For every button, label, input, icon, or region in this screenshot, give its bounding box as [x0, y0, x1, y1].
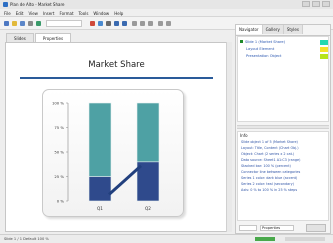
y-tick-label: 0 % — [57, 198, 65, 203]
title-bar: Plan de Alto - Market Share — [0, 0, 333, 9]
info-line: Axis: 0 % to 100 % in 25 % steps — [241, 188, 298, 192]
copy-icon[interactable] — [98, 21, 103, 26]
info-line: Stacked bar: 100 % (percent) — [241, 164, 291, 168]
info-line: Data source: Sheet1 A1:C3 (range) — [241, 158, 301, 162]
menu-format[interactable]: Format — [59, 9, 73, 16]
panel-tabs: Navigator Gallery Styles — [236, 25, 330, 36]
table-icon[interactable] — [140, 21, 145, 26]
redo-icon[interactable] — [122, 21, 127, 26]
info-header: Info — [240, 133, 248, 138]
info-pane: Info Slide object 1 of 5 (Market Share) … — [237, 131, 329, 221]
bar — [88, 176, 112, 202]
export-icon[interactable] — [36, 21, 41, 26]
info-line: Object: Chart (2 series x 2 cat.) — [241, 152, 295, 156]
undo-icon[interactable] — [114, 21, 119, 26]
slide-canvas[interactable]: Market Share 0 % 25 % 50 % 75 % 100 % Q1 Q2 — [5, 42, 228, 232]
print-icon[interactable] — [28, 21, 33, 26]
tab-gallery[interactable]: Gallery — [262, 25, 284, 34]
info-line: Connector line between categories — [241, 170, 301, 174]
y-tick-label: 50 % — [54, 149, 64, 154]
navigator-item-label: Layout Element — [246, 47, 275, 51]
navigator-item-label: Presentation Object — [246, 54, 282, 58]
menu-bar: File Edit View Insert Format Tools Windo… — [0, 9, 333, 17]
chart-icon[interactable] — [132, 21, 137, 26]
maximize-button[interactable] — [312, 1, 320, 7]
style-dropdown[interactable] — [46, 20, 82, 27]
zoom-indicator — [255, 237, 275, 241]
y-tick-label: 100 % — [52, 100, 64, 105]
bar — [136, 102, 160, 163]
status-bar: Slide 1 / 1 Default 100 % — [0, 234, 333, 243]
x-tick-label: Q1 — [97, 206, 103, 211]
canvas-scrollbar[interactable] — [226, 42, 232, 232]
color-swatch — [320, 54, 328, 59]
panel-button[interactable] — [306, 224, 326, 232]
color-swatch — [320, 40, 328, 45]
connector-line — [107, 164, 143, 196]
navigator-panel: Navigator Gallery Styles Slide 1 (Market… — [235, 24, 331, 234]
checkbox-icon[interactable] — [240, 40, 243, 43]
bar — [88, 102, 112, 177]
zoom-icon[interactable] — [158, 21, 163, 26]
panel-select[interactable]: Properties — [260, 225, 294, 231]
navigator-item[interactable]: Layout Element — [246, 47, 274, 53]
close-button[interactable] — [322, 1, 330, 7]
menu-help[interactable]: Help — [114, 9, 123, 16]
status-text: Slide 1 / 1 Default 100 % — [4, 237, 49, 241]
tab-navigator[interactable]: Navigator — [236, 25, 263, 34]
menu-insert[interactable]: Insert — [43, 9, 54, 16]
help-icon[interactable] — [166, 21, 171, 26]
draw-icon[interactable] — [148, 21, 153, 26]
app-icon — [3, 2, 8, 7]
title-underline — [20, 77, 213, 79]
info-line: Layout: Title, Content (Chart Obj.) — [241, 146, 299, 150]
panel-footer: Properties — [237, 223, 329, 233]
panel-input[interactable] — [239, 225, 257, 231]
new-icon[interactable] — [4, 21, 9, 26]
menu-edit[interactable]: Edit — [16, 9, 24, 16]
y-tick-label: 75 % — [54, 125, 64, 130]
minimize-button[interactable] — [302, 1, 310, 7]
info-line: Slide object 1 of 5 (Market Share) — [241, 140, 298, 144]
application-window: Plan de Alto - Market Share File Edit Vi… — [0, 0, 333, 243]
menu-window[interactable]: Window — [93, 9, 109, 16]
menu-view[interactable]: View — [28, 9, 38, 16]
paste-icon[interactable] — [106, 21, 111, 26]
tab-styles[interactable]: Styles — [283, 25, 303, 34]
zoom-slider[interactable] — [285, 237, 325, 241]
window-controls — [302, 1, 330, 7]
slide-title: Market Share — [88, 60, 145, 70]
menu-tools[interactable]: Tools — [79, 9, 89, 16]
market-share-chart[interactable]: 0 % 25 % 50 % 75 % 100 % Q1 Q2 — [42, 89, 182, 215]
navigator-item[interactable]: Presentation Object — [246, 54, 281, 60]
info-line: Series 2 color: teal (secondary) — [241, 182, 294, 186]
menu-file[interactable]: File — [4, 9, 11, 16]
color-swatch — [320, 47, 328, 52]
open-icon[interactable] — [12, 21, 17, 26]
save-icon[interactable] — [20, 21, 25, 26]
navigator-item[interactable]: Slide 1 (Market Share) — [240, 40, 285, 46]
cut-icon[interactable] — [90, 21, 95, 26]
y-tick-label: 25 % — [54, 174, 64, 179]
x-tick-label: Q2 — [145, 206, 151, 211]
info-line: Series 1 color: dark blue (accent) — [241, 176, 298, 180]
navigator-list: Slide 1 (Market Share) Layout Element Pr… — [237, 36, 329, 122]
panel-splitter[interactable] — [237, 125, 329, 129]
navigator-item-label: Slide 1 (Market Share) — [245, 40, 286, 44]
window-title: Plan de Alto - Market Share — [10, 2, 65, 7]
